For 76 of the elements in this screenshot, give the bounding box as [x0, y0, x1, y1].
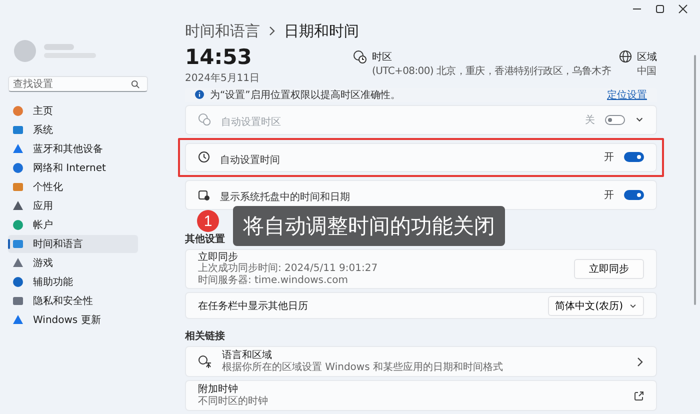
nav-item[interactable]: 隐私和安全性 [8, 292, 138, 310]
link-row[interactable]: 附加时钟 不同时区的时钟 [185, 380, 657, 411]
page-title: 日期和时间 [284, 22, 359, 41]
setting-label: 在任务栏中显示其他日历 [198, 300, 308, 313]
chevron-right-icon [636, 356, 644, 367]
current-time: 14:53 [185, 46, 253, 68]
sync-now-button[interactable]: 立即同步 [574, 258, 644, 279]
search-field[interactable]: 查找设置 [8, 76, 148, 92]
nav-icon [12, 143, 24, 155]
link-description: 根据你所在的区域设置 Windows 和某些应用的日期和时间格式 [222, 362, 504, 374]
toggle-switch[interactable] [624, 190, 644, 200]
external-link-icon [634, 390, 644, 401]
nav-item[interactable]: 辅助功能 [8, 273, 138, 291]
chevron-right-icon [268, 26, 276, 36]
section-heading: 其他设置 [185, 232, 226, 246]
maximize-icon[interactable] [655, 4, 665, 14]
toggle-state-text: 开 [604, 189, 614, 202]
toggle-state-text: 关 [585, 114, 595, 127]
nav-item[interactable]: 网络和 Internet [8, 159, 138, 177]
setting-label: 显示系统托盘中的时间和日期 [220, 190, 351, 204]
nav-item[interactable]: 主页 [8, 102, 138, 120]
calendar-dropdown[interactable]: 简体中文(农历) [548, 296, 644, 316]
language-icon [198, 354, 212, 369]
nav-item[interactable]: 游戏 [8, 254, 138, 272]
close-icon[interactable] [678, 4, 688, 14]
link-description: 不同时区的时钟 [198, 396, 269, 408]
redacted-name [44, 44, 74, 50]
nav-item[interactable]: 时间和语言 [8, 235, 138, 253]
link-row[interactable]: 语言和区域 根据你所在的区域设置 Windows 和某些应用的日期和时间格式 [185, 346, 657, 378]
calendar-clock-icon [198, 189, 210, 202]
sync-info-text: 时间服务器: time.windows.com [198, 274, 350, 286]
nav-icon [12, 257, 24, 269]
annotation-callout: 将自动调整时间的功能关闭 [233, 206, 505, 246]
scrollbar[interactable] [694, 55, 696, 305]
link-title: 语言和区域 [222, 350, 273, 362]
setting-label: 自动设置时区 [221, 116, 282, 129]
nav-item[interactable]: 系统 [8, 121, 138, 139]
breadcrumb-parent[interactable]: 时间和语言 [185, 22, 260, 41]
nav-icon [12, 219, 24, 231]
nav-icon [12, 200, 24, 212]
chevron-down-icon [629, 302, 637, 310]
location-settings-link[interactable]: 定位设置 [607, 88, 647, 102]
sync-title: 立即同步 [198, 252, 239, 263]
nav-item[interactable]: Windows 更新 [8, 311, 138, 329]
nav-icon [12, 314, 24, 326]
section-heading: 相关链接 [185, 330, 226, 344]
toggle-switch[interactable] [624, 152, 644, 162]
time-zone-value: (UTC+08:00) 北京，重庆，香港特别行政区，乌鲁木齐 [372, 64, 611, 78]
info-text: 为“设置”启用位置权限以提高时区准确性。 [210, 88, 402, 102]
globe-clock-icon [352, 50, 367, 64]
globe-icon [619, 50, 632, 63]
nav-icon [12, 238, 24, 250]
search-icon [131, 80, 140, 89]
info-icon [195, 90, 204, 100]
nav-item[interactable]: 个性化 [8, 178, 138, 196]
region-value: 中国 [637, 64, 657, 78]
clock-icon [198, 151, 210, 164]
step-number-badge: 1 [197, 210, 219, 232]
time-zone-label: 时区 [372, 50, 393, 64]
sync-info-text: 上次成功同步时间: 2024/5/11 9:01:27 [198, 263, 379, 274]
link-title: 附加时钟 [198, 384, 239, 396]
toggle-state-text: 开 [604, 151, 614, 164]
nav-item[interactable]: 帐户 [8, 216, 138, 234]
avatar-placeholder [14, 40, 36, 62]
setting-label: 自动设置时间 [220, 154, 281, 167]
nav-icon [12, 181, 24, 193]
nav-icon [12, 124, 24, 136]
globe-clock-icon [198, 113, 211, 126]
current-date: 2024年5月11日 [185, 72, 260, 85]
nav-icon [12, 105, 24, 117]
nav-item[interactable]: 蓝牙和其他设备 [8, 140, 138, 158]
nav-icon [12, 276, 24, 288]
nav-icon [12, 162, 24, 174]
nav-icon [12, 295, 24, 307]
nav-item[interactable]: 应用 [8, 197, 138, 215]
region-label: 区域 [637, 50, 657, 64]
